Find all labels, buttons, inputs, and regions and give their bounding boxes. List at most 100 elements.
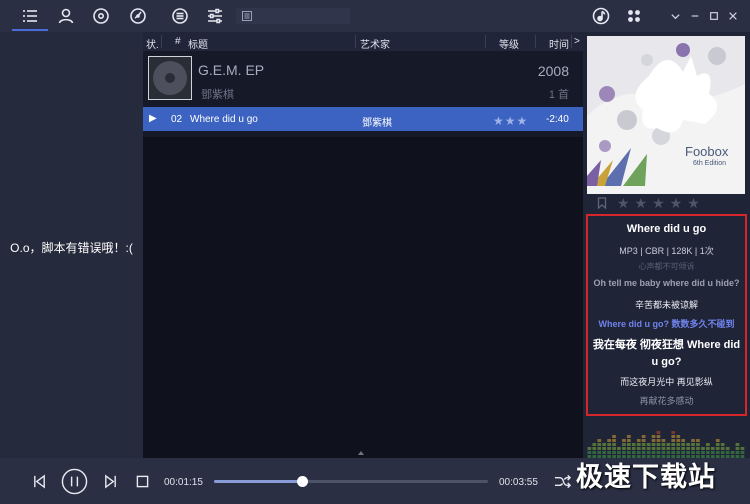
spectrum-bar-segment (676, 439, 681, 442)
next-track-button[interactable] (100, 471, 120, 491)
column-number[interactable]: # (175, 36, 181, 47)
column-rating[interactable]: 等级 (499, 36, 519, 51)
column-title[interactable]: 标题 (188, 36, 208, 51)
spectrum-bar-segment (686, 443, 690, 446)
spectrum-bar-segment (612, 435, 616, 438)
spectrum-bar-segment (735, 443, 740, 446)
cover-edition-text: 6th Edition (693, 160, 727, 167)
spectrum-bar-segment (666, 447, 671, 450)
spectrum-bar-segment (701, 451, 705, 454)
spectrum-bar-segment (651, 443, 656, 446)
artist-view-icon[interactable] (54, 5, 78, 27)
spectrum-bar-segment (671, 447, 676, 450)
track-time: -2:40 (546, 114, 569, 125)
close-icon[interactable] (724, 7, 742, 25)
spectrum-bar-segment (656, 443, 661, 446)
spectrum-bar-segment (706, 443, 710, 446)
cover-title-text: Foobox (685, 144, 729, 159)
spectrum-bar-segment (710, 447, 715, 450)
spectrum-bar-segment (671, 439, 676, 442)
spectrum-bar-segment (612, 447, 616, 450)
spectrum-bar-segment (627, 451, 631, 454)
spectrum-bar-segment (671, 451, 676, 454)
playlist-column-header: 状. # 标题 艺术家 等级 时间 > (143, 32, 583, 51)
watermark-text: 极速下载站 (576, 462, 716, 492)
spectrum-bar-segment (706, 447, 710, 450)
spectrum-bar-segment (696, 451, 700, 454)
lyrics-panel: Where did u go MP3 | CBR | 128K | 1次 心声都… (586, 214, 747, 416)
spectrum-bar-segment (641, 435, 646, 438)
column-artist[interactable]: 艺术家 (360, 36, 390, 51)
playing-icon: ▶ (149, 113, 157, 124)
spectrum-bar-segment (622, 443, 626, 446)
spectrum-bar-segment (740, 451, 745, 454)
album-title: G.E.M. EP (198, 62, 265, 78)
column-status[interactable]: 状. (146, 36, 159, 51)
album-view-icon[interactable] (89, 5, 113, 27)
spectrum-bar-segment (636, 443, 641, 446)
spectrum-bar-segment (701, 447, 705, 450)
spectrum-bar-segment (671, 431, 676, 434)
spectrum-bar-segment (686, 451, 690, 454)
menu-icon[interactable] (168, 5, 192, 27)
layout-grid-icon[interactable] (622, 5, 646, 27)
chevron-down-icon[interactable] (666, 7, 684, 25)
spectrum-bar-segment (691, 443, 695, 446)
library-view-icon[interactable] (126, 5, 150, 27)
spectrum-bar-segment (671, 443, 676, 446)
cover-artwork (587, 36, 745, 194)
spectrum-bar-segment (696, 443, 700, 446)
spectrum-bar-segment (656, 451, 661, 454)
track-row-selected[interactable]: ▶ 02 Where did u go 鄧紫棋 ★★★ -2:40 (143, 107, 583, 131)
spectrum-bar-segment (646, 443, 651, 446)
stop-button[interactable] (133, 472, 151, 490)
elapsed-time: 00:01:15 (164, 477, 203, 488)
right-panel: Foobox 6th Edition ★★★★★ Where did u go … (583, 32, 750, 458)
rating-stars[interactable]: ★★★★★ (617, 195, 705, 212)
spectrum-bar-segment (720, 447, 725, 450)
spectrum-bar-segment (641, 447, 646, 450)
spectrum-bar-segment (641, 443, 646, 446)
column-time[interactable]: 时间 (549, 36, 569, 51)
spectrum-bar-segment (612, 439, 616, 442)
active-tab-indicator (12, 29, 48, 31)
seek-bar[interactable] (214, 476, 488, 487)
spectrum-bar-segment (617, 451, 621, 454)
spectrum-bar-segment (602, 451, 606, 454)
rating-bar: ★★★★★ (587, 195, 745, 212)
spectrum-bar-segment (636, 439, 641, 442)
spectrum-bar-segment (656, 431, 661, 434)
spectrum-bar-segment (627, 447, 631, 450)
scroll-up-arrow-icon[interactable] (358, 451, 364, 455)
spectrum-bar-segment (622, 447, 626, 450)
spectrum-bar-segment (666, 443, 671, 446)
spectrum-bar-segment (617, 447, 621, 450)
column-more-arrow[interactable]: > (574, 36, 580, 47)
playlist-view-icon[interactable] (18, 5, 42, 27)
spectrum-bar-segment (691, 439, 695, 442)
spectrum-bar-segment (696, 447, 700, 450)
spectrum-bar-segment (627, 439, 631, 442)
disc-icon (153, 61, 187, 95)
seek-bar-handle[interactable] (296, 476, 308, 487)
minimize-icon[interactable] (686, 7, 704, 25)
track-title: Where did u go (190, 114, 258, 125)
spectrum-bar-segment (612, 451, 616, 454)
spectrum-bar-segment (715, 447, 720, 450)
previous-track-button[interactable] (29, 471, 49, 491)
maximize-icon[interactable] (705, 7, 723, 25)
spectrum-bar-segment (725, 451, 730, 454)
music-note-icon[interactable] (589, 5, 613, 27)
spectrum-bar-segment (646, 447, 651, 450)
track-rating-stars[interactable]: ★★★ (493, 114, 528, 128)
equalizer-icon[interactable] (203, 5, 227, 27)
lyrics-file-info: MP3 | CBR | 128K | 1次 (619, 246, 714, 256)
bookmark-icon[interactable] (597, 197, 607, 209)
search-input[interactable] (236, 8, 350, 24)
pause-button[interactable] (60, 467, 88, 495)
lyrics-line-previous: 心声都不可倾诉 (638, 262, 695, 271)
shuffle-icon[interactable] (552, 471, 572, 491)
album-track-count: 1 首 (548, 89, 569, 101)
spectrum-visualizer (587, 431, 745, 458)
lyrics-song-title: Where did u go (626, 223, 707, 235)
